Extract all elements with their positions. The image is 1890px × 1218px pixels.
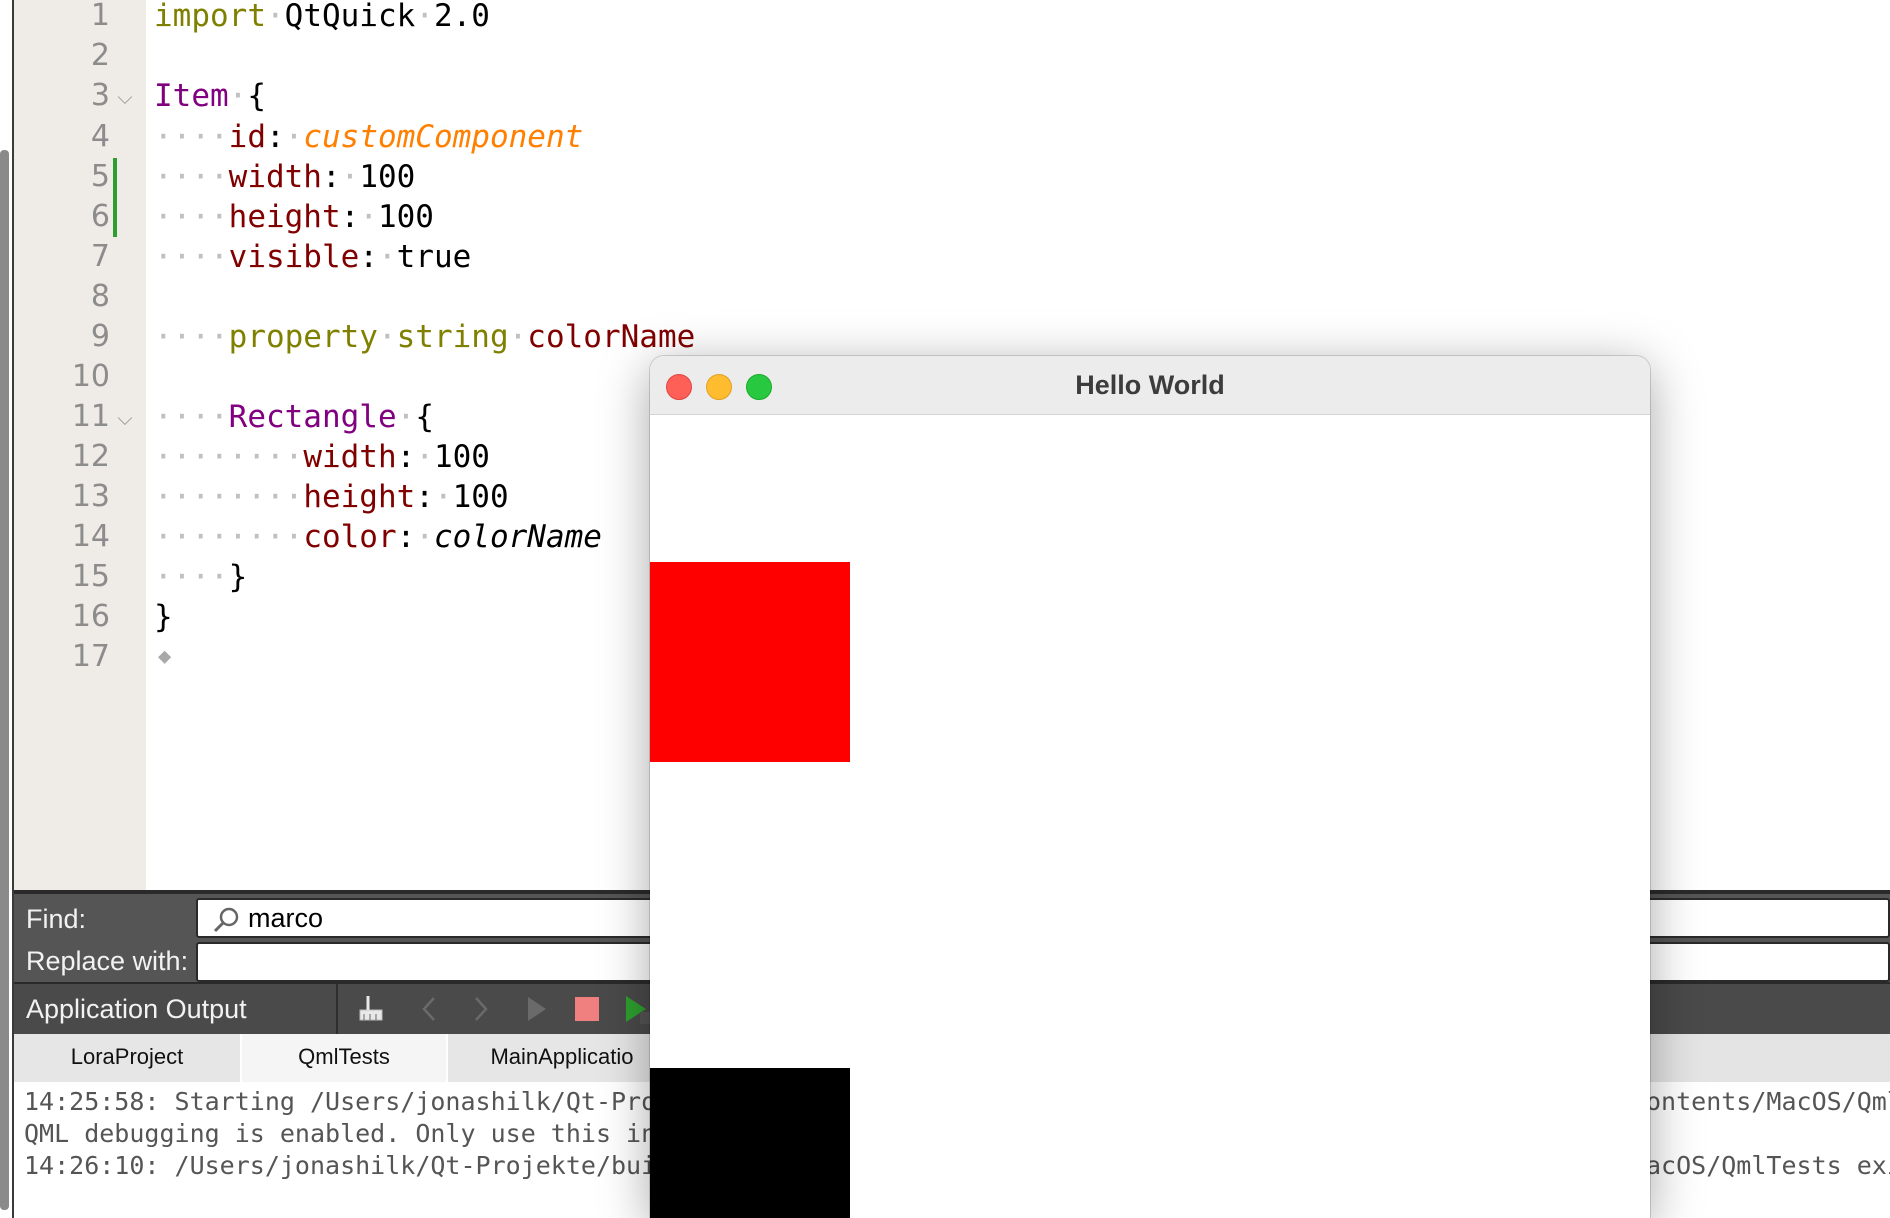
line-number: 1 bbox=[90, 0, 110, 33]
line-number: 16 bbox=[71, 599, 110, 634]
type-keyword: string bbox=[396, 319, 509, 355]
debug-run-icon[interactable] bbox=[620, 992, 654, 1026]
brace: { bbox=[247, 78, 266, 114]
colon: : bbox=[415, 479, 434, 515]
line-number: 10 bbox=[71, 359, 110, 394]
property-name: colorName bbox=[527, 319, 696, 355]
colon: : bbox=[340, 199, 360, 235]
line-number: 12 bbox=[71, 439, 110, 474]
line-number: 15 bbox=[71, 559, 110, 594]
change-marker bbox=[113, 158, 117, 237]
line-number: 4 bbox=[90, 119, 110, 154]
code-line-14: ········color:·colorName bbox=[154, 519, 602, 555]
line-number: 7 bbox=[90, 239, 110, 274]
code-line-16: } bbox=[154, 597, 173, 637]
output-line: 14:25:58: Starting /Users/jonashilk/Qt-P… bbox=[24, 1087, 687, 1116]
line-number: 13 bbox=[71, 479, 110, 514]
line-number: 11 bbox=[71, 399, 110, 434]
code-line-11: ····Rectangle·{ bbox=[154, 399, 434, 435]
run-icon[interactable] bbox=[518, 992, 552, 1026]
property-value: true bbox=[396, 239, 472, 275]
stop-icon[interactable] bbox=[570, 992, 604, 1026]
line-number: 9 bbox=[90, 319, 110, 354]
property-name: visible bbox=[228, 239, 360, 275]
code-line-1: import·QtQuick·2.0 bbox=[154, 0, 490, 34]
property-value: 100 bbox=[377, 199, 434, 235]
left-scrollbar[interactable] bbox=[0, 150, 9, 1210]
output-pane-title: Application Output bbox=[26, 994, 247, 1024]
window-title: Hello World bbox=[1075, 370, 1225, 400]
module-version: 2.0 bbox=[433, 0, 490, 34]
output-line: QML debugging is enabled. Only use this … bbox=[24, 1119, 687, 1148]
black-rectangle bbox=[650, 1068, 850, 1218]
code-line-7: ····visible:·true bbox=[154, 239, 472, 275]
brace: } bbox=[154, 599, 173, 635]
end-of-file-diamond-icon: ◆ bbox=[158, 644, 172, 669]
line-number: 2 bbox=[90, 38, 110, 73]
replace-label: Replace with: bbox=[26, 946, 189, 976]
previous-icon[interactable] bbox=[412, 992, 446, 1026]
code-line-9: ····property·string·colorName bbox=[154, 319, 696, 355]
colon: : bbox=[396, 519, 416, 555]
toolbar-divider bbox=[336, 984, 338, 1034]
type-name: Item bbox=[154, 78, 229, 114]
property-name: height bbox=[303, 479, 416, 515]
search-icon bbox=[213, 907, 239, 933]
tab-qmltests[interactable]: QmlTests bbox=[242, 1034, 448, 1082]
module-name: QtQuick bbox=[284, 0, 416, 34]
find-value: marco bbox=[248, 903, 324, 933]
import-keyword: import bbox=[154, 0, 266, 34]
line-number: 8 bbox=[90, 279, 110, 314]
line-number: 5 bbox=[90, 159, 110, 194]
code-line-6: ····height:·100 bbox=[154, 199, 434, 235]
property-name: height bbox=[228, 199, 341, 235]
code-line-3: Item·{ bbox=[154, 78, 266, 114]
code-line-5: ····width:·100 bbox=[154, 159, 416, 195]
line-number: 14 bbox=[71, 519, 110, 554]
fold-chevron-icon[interactable]: ⌵ bbox=[114, 399, 136, 439]
line-number-gutter: 1 2 3 ⌵ 4 5 6 7 8 9 10 11 ⌵ 12 13 14 15 … bbox=[14, 0, 146, 890]
tab-loraproject[interactable]: LoraProject bbox=[14, 1034, 242, 1082]
property-name: color bbox=[303, 519, 397, 555]
property-value: 100 bbox=[452, 479, 509, 515]
colon: : bbox=[321, 159, 341, 195]
property-value: 100 bbox=[433, 439, 490, 475]
line-number: 3 bbox=[90, 78, 110, 113]
red-rectangle bbox=[650, 562, 850, 762]
property-name: width bbox=[228, 159, 322, 195]
colon: : bbox=[396, 439, 416, 475]
property-keyword: property bbox=[228, 319, 378, 355]
property-value: customComponent bbox=[303, 119, 584, 155]
property-name: width bbox=[303, 439, 397, 475]
output-line-tail: ontents/MacOS/Qml bbox=[1646, 1087, 1890, 1116]
clear-output-icon[interactable] bbox=[354, 992, 388, 1026]
line-number: 17 bbox=[71, 639, 110, 674]
tab-mainapplication[interactable]: MainApplicatio bbox=[448, 1034, 678, 1082]
window-titlebar[interactable]: Hello World bbox=[650, 356, 1650, 415]
code-line-15: ····} bbox=[154, 559, 248, 595]
fold-chevron-icon[interactable]: ⌵ bbox=[114, 78, 136, 118]
output-line: 14:26:10: /Users/jonashilk/Qt-Projekte/b… bbox=[24, 1151, 687, 1180]
brace: } bbox=[228, 559, 248, 595]
colon: : bbox=[265, 119, 285, 155]
colon: : bbox=[359, 239, 378, 275]
find-label: Find: bbox=[26, 904, 87, 934]
code-line-13: ········height:·100 bbox=[154, 479, 509, 515]
property-value: 100 bbox=[359, 159, 416, 195]
brace: { bbox=[415, 399, 434, 435]
type-name: Rectangle bbox=[228, 399, 397, 435]
property-name: id bbox=[228, 119, 266, 155]
next-icon[interactable] bbox=[464, 992, 498, 1026]
code-line-4: ····id:·customComponent bbox=[154, 119, 584, 155]
output-line-tail: acOS/QmlTests exi bbox=[1646, 1151, 1890, 1180]
line-number: 6 bbox=[90, 199, 110, 234]
property-value: colorName bbox=[433, 519, 602, 555]
code-line-12: ········width:·100 bbox=[154, 439, 490, 475]
